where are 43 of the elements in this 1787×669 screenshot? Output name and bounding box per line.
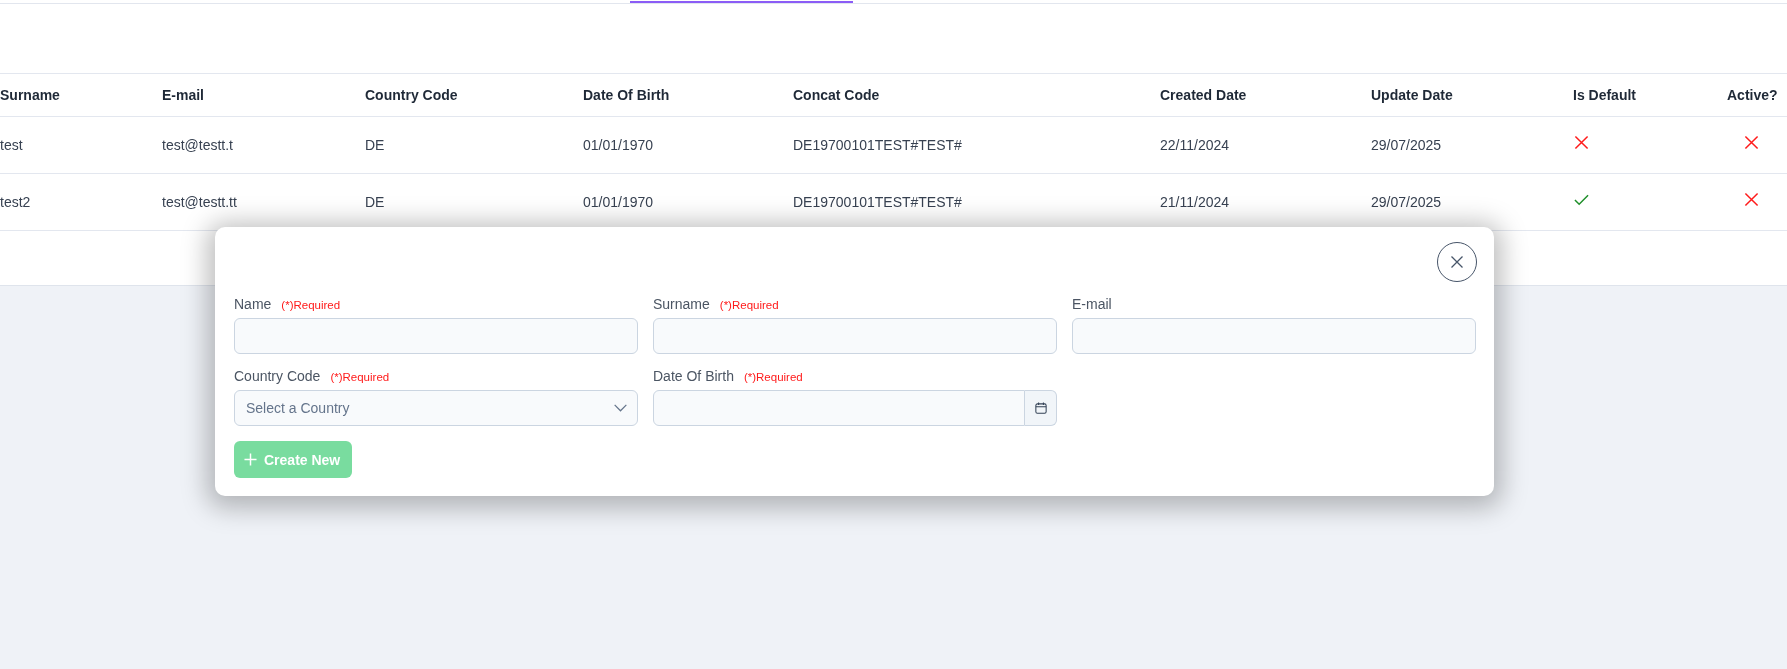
close-button[interactable] <box>1437 242 1477 282</box>
required-note: (*)Required <box>719 298 779 313</box>
column-header: Surname <box>0 87 60 103</box>
chevron-down-icon <box>614 404 627 412</box>
column-header: Update Date <box>1371 87 1453 103</box>
table-cell: 01/01/1970 <box>583 137 654 153</box>
text-field[interactable] <box>653 318 1057 354</box>
column-header: Concat Code <box>793 87 880 103</box>
table-cell: test <box>0 137 23 153</box>
field-label: Country Code <box>234 367 321 385</box>
column-header: Date Of Birth <box>583 87 670 103</box>
field-label: Name <box>234 295 272 313</box>
table-cell: test@testt.t <box>162 137 233 153</box>
dropdown-field[interactable]: Select a Country <box>234 390 638 426</box>
table-cell: 22/11/2024 <box>1160 137 1230 153</box>
close-icon <box>1451 256 1463 268</box>
column-header: Created Date <box>1160 87 1247 103</box>
field-label: Date Of Birth <box>653 367 734 385</box>
column-header: Is Default <box>1573 87 1636 103</box>
table-cell: DE19700101TEST#TEST# <box>793 137 962 153</box>
required-note: (*)Required <box>281 298 341 313</box>
calendar-icon <box>1034 402 1047 414</box>
column-header: Active? <box>1727 87 1778 103</box>
table-cell: DE <box>365 194 385 210</box>
text-field[interactable] <box>1072 318 1476 354</box>
table-cell: 29/07/2025 <box>1371 137 1442 153</box>
table-cell: DE19700101TEST#TEST# <box>793 194 962 210</box>
required-note: (*)Required <box>330 370 390 385</box>
required-note: (*)Required <box>743 370 803 385</box>
column-header: E-mail <box>162 87 204 103</box>
text-field[interactable] <box>234 318 638 354</box>
table-cell: 21/11/2024 <box>1160 194 1230 210</box>
column-header: Country Code <box>365 87 458 103</box>
field-label: E-mail <box>1072 295 1112 313</box>
table-cell: test2 <box>0 194 31 210</box>
table-cell: test@testt.tt <box>162 194 237 210</box>
calendar-button[interactable] <box>1025 390 1057 426</box>
plus-icon <box>244 453 257 466</box>
table-cell: 01/01/1970 <box>583 194 654 210</box>
table-cell: DE <box>365 137 385 153</box>
table-cell: 29/07/2025 <box>1371 194 1442 210</box>
field-label: Surname <box>653 295 710 313</box>
date-field[interactable] <box>653 390 1025 426</box>
